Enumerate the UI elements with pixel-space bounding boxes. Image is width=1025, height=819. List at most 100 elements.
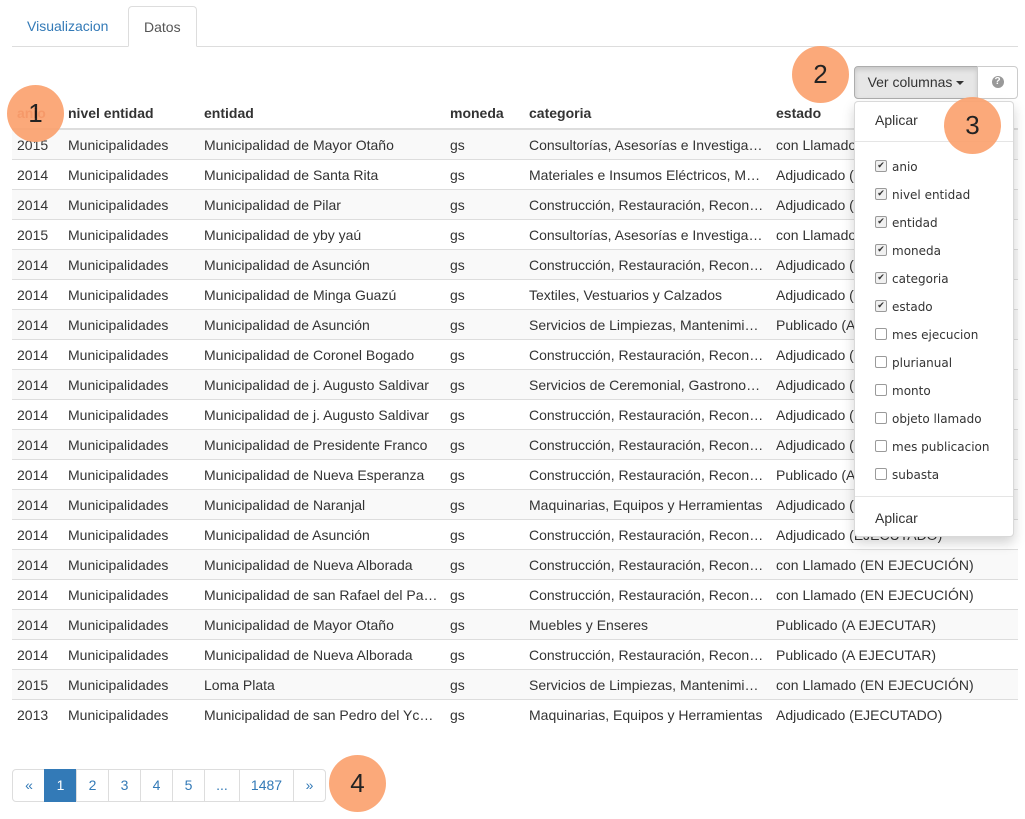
page-3-button[interactable]: 3 <box>108 769 141 802</box>
column-option-label: anio <box>892 160 918 174</box>
checkbox-unchecked-icon[interactable] <box>875 440 887 452</box>
table-row: 2015 Municipalidades Loma Plata gs Servicios… <box>12 669 1018 700</box>
column-option-plurianual[interactable]: plurianual <box>875 353 952 373</box>
callout-marker-4: 4 <box>329 755 386 812</box>
cell-moneda: gs <box>445 279 524 310</box>
column-option-label: plurianual <box>892 356 953 370</box>
cell-nivel-entidad: Municipalidades <box>63 249 199 280</box>
cell-entidad: Municipalidad de Minga Guazú <box>199 279 445 310</box>
apply-button-bottom[interactable]: Aplicar <box>875 508 918 528</box>
checkbox-checked-icon[interactable]: ✔ <box>875 300 887 312</box>
cell-categoria: Materiales e Insumos Eléctricos, Metálic… <box>524 159 771 190</box>
cell-categoria: Construcción, Restauración, Reconstrucci… <box>524 339 771 370</box>
cell-entidad: Municipalidad de Asunción <box>199 519 445 550</box>
column-header-nivel-entidad[interactable]: nivel entidad <box>63 98 199 130</box>
checkbox-checked-icon[interactable]: ✔ <box>875 160 887 172</box>
cell-entidad: Municipalidad de Mayor Otaño <box>199 609 445 640</box>
columns-button[interactable]: Ver columnas <box>854 66 978 99</box>
help-button[interactable]: ? <box>977 66 1018 99</box>
cell-entidad: Municipalidad de san Pedro del Ycuamandi… <box>199 699 445 729</box>
checkbox-checked-icon[interactable]: ✔ <box>875 216 887 228</box>
cell-anio: 2014 <box>12 549 63 580</box>
caret-down-icon <box>956 81 965 86</box>
column-header-entidad[interactable]: entidad <box>199 98 445 130</box>
cell-categoria: Maquinarias, Equipos y Herramientas <box>524 489 771 520</box>
column-option-subasta[interactable]: subasta <box>875 465 939 485</box>
column-header-categoria[interactable]: categoria <box>524 98 771 130</box>
cell-moneda: gs <box>445 219 524 250</box>
columns-button-label: Ver columnas <box>867 74 953 90</box>
cell-categoria: Construcción, Restauración, Reconstrucci… <box>524 399 771 430</box>
prev-page-button[interactable]: « <box>12 769 46 802</box>
column-option-anio[interactable]: ✔ anio <box>875 157 918 177</box>
column-option-categoria[interactable]: ✔ categoria <box>875 269 949 289</box>
question-circle-icon: ? <box>991 76 1004 89</box>
cell-anio: 2015 <box>12 219 63 250</box>
cell-categoria: Muebles y Enseres <box>524 609 771 640</box>
next-page-button[interactable]: » <box>293 769 326 802</box>
cell-moneda: gs <box>445 128 524 160</box>
column-option-moneda[interactable]: ✔ moneda <box>875 241 941 261</box>
column-option-label: monto <box>892 384 931 398</box>
cell-categoria: Servicios de Limpiezas, Mantenimientos <box>524 669 771 700</box>
checkbox-checked-icon[interactable]: ✔ <box>875 188 887 200</box>
page-5-button[interactable]: 5 <box>172 769 205 802</box>
checkbox-unchecked-icon[interactable] <box>875 328 887 340</box>
checkbox-unchecked-icon[interactable] <box>875 468 887 480</box>
column-option-estado[interactable]: ✔ estado <box>875 297 933 317</box>
cell-entidad: Municipalidad de Coronel Bogado <box>199 339 445 370</box>
cell-entidad: Municipalidad de Asunción <box>199 249 445 280</box>
cell-moneda: gs <box>445 369 524 400</box>
cell-nivel-entidad: Municipalidades <box>63 279 199 310</box>
cell-anio: 2014 <box>12 459 63 490</box>
cell-nivel-entidad: Municipalidades <box>63 219 199 250</box>
cell-nivel-entidad: Municipalidades <box>63 189 199 220</box>
cell-entidad: Municipalidad de yby yaú <box>199 219 445 250</box>
cell-categoria: Construcción, Restauración, Reconstrucci… <box>524 519 771 550</box>
column-option-entidad[interactable]: ✔ entidad <box>875 213 938 233</box>
page-1-button[interactable]: 1 <box>44 769 77 802</box>
cell-entidad: Loma Plata <box>199 669 445 700</box>
cell-nivel-entidad: Municipalidades <box>63 339 199 370</box>
cell-anio: 2014 <box>12 249 63 280</box>
apply-button-top[interactable]: Aplicar <box>875 110 918 130</box>
cell-moneda: gs <box>445 459 524 490</box>
page-4-button[interactable]: 4 <box>140 769 173 802</box>
column-option-label: moneda <box>892 244 941 258</box>
column-option-label: mes publicacion <box>892 440 990 454</box>
tab-datos[interactable]: Datos <box>128 6 197 47</box>
checkbox-unchecked-icon[interactable] <box>875 356 887 368</box>
checkbox-checked-icon[interactable]: ✔ <box>875 272 887 284</box>
cell-categoria: Construcción, Restauración, Reconstrucci… <box>524 639 771 670</box>
cell-moneda: gs <box>445 639 524 670</box>
cell-categoria: Construcción, Restauración, Reconstrucci… <box>524 459 771 490</box>
cell-moneda: gs <box>445 189 524 220</box>
checkbox-unchecked-icon[interactable] <box>875 384 887 396</box>
cell-categoria: Construcción, Restauración, Reconstrucci… <box>524 249 771 280</box>
table-row: 2013 Municipalidades Municipalidad de san … <box>12 699 1018 729</box>
cell-categoria: Servicios de Ceremonial, Gastronomía <box>524 369 771 400</box>
tab-visualizacion[interactable]: Visualizacion <box>12 6 123 47</box>
column-option-nivel-entidad[interactable]: ✔ nivel entidad <box>875 185 970 205</box>
cell-categoria: Maquinarias, Equipos y Herramientas <box>524 699 771 729</box>
column-option-label: objeto llamado <box>892 412 982 426</box>
cell-moneda: gs <box>445 579 524 610</box>
page-2-button[interactable]: 2 <box>76 769 109 802</box>
cell-anio: 2013 <box>12 699 63 729</box>
cell-estado: con Llamado (EN EJECUCIÓN) <box>771 579 1018 610</box>
cell-anio: 2014 <box>12 609 63 640</box>
checkbox-checked-icon[interactable]: ✔ <box>875 244 887 256</box>
cell-moneda: gs <box>445 669 524 700</box>
cell-anio: 2014 <box>12 489 63 520</box>
cell-nivel-entidad: Municipalidades <box>63 309 199 340</box>
page-1487-button[interactable]: 1487 <box>239 769 294 802</box>
checkbox-unchecked-icon[interactable] <box>875 412 887 424</box>
column-header-moneda[interactable]: moneda <box>445 98 524 130</box>
cell-entidad: Municipalidad de j. Augusto Saldivar <box>199 369 445 400</box>
column-option-monto[interactable]: monto <box>875 381 931 401</box>
cell-entidad: Municipalidad de Nueva Esperanza <box>199 459 445 490</box>
column-option-mes-ejecucion[interactable]: mes ejecucion <box>875 325 978 345</box>
cell-nivel-entidad: Municipalidades <box>63 519 199 550</box>
column-option-objeto-llamado[interactable]: objeto llamado <box>875 409 982 429</box>
column-option-mes-publicacion[interactable]: mes publicacion <box>875 437 989 457</box>
